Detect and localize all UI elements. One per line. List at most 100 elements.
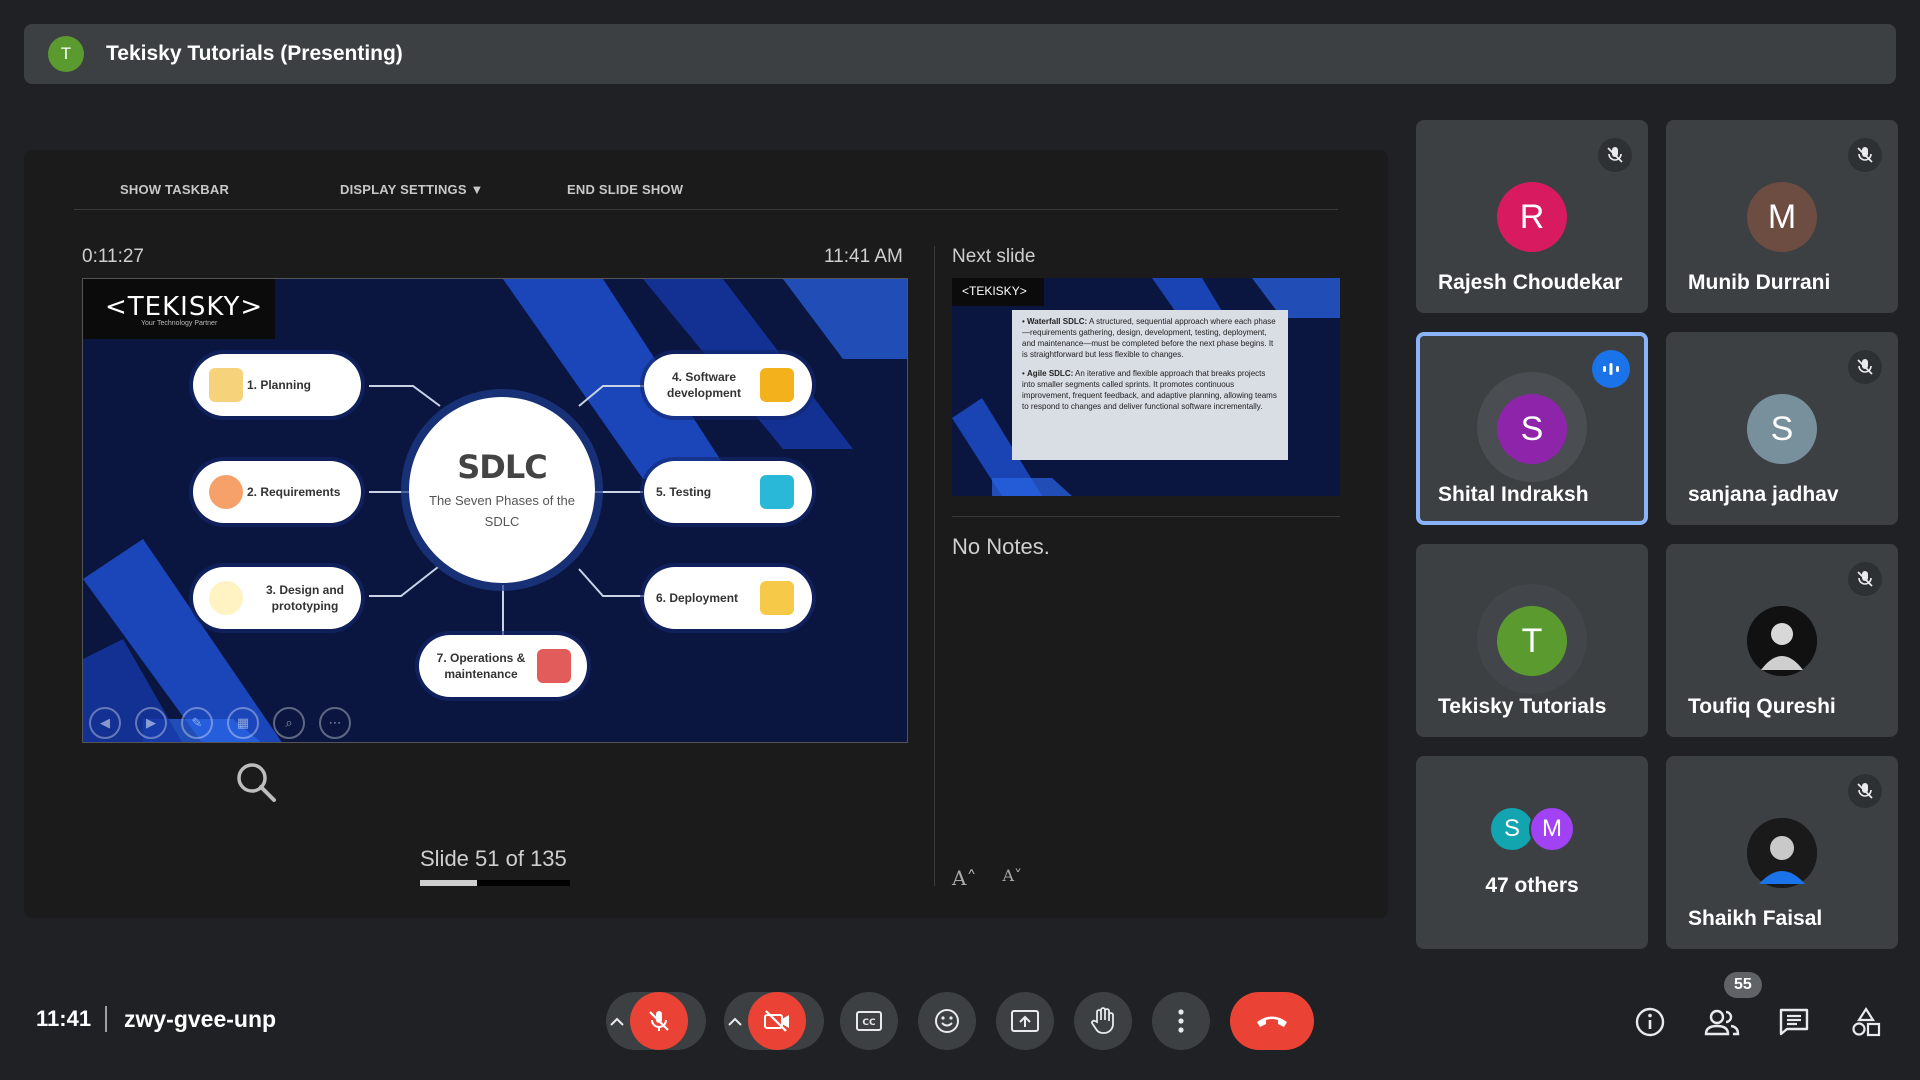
mic-off-icon [1848, 774, 1882, 808]
previous-slide-icon[interactable]: ◀ [89, 707, 121, 739]
mic-off-icon [1848, 138, 1882, 172]
requirements-icon [209, 475, 243, 509]
decrease-font-icon[interactable]: A˅ [1002, 866, 1022, 890]
avatar: S [1747, 394, 1817, 464]
presenter-title: Tekisky Tutorials (Presenting) [106, 42, 403, 65]
phase-pill: 2. Requirements [193, 461, 361, 523]
info-icon [1635, 1007, 1665, 1037]
planning-icon [209, 368, 243, 402]
chat-icon [1779, 1008, 1809, 1036]
hang-up-icon [1257, 1016, 1287, 1027]
increase-font-icon[interactable]: A˄ [952, 866, 976, 890]
chevron-up-icon[interactable] [606, 1017, 628, 1026]
leave-call-button[interactable] [1230, 992, 1314, 1050]
stairs-icon [760, 368, 794, 402]
thumb-logo: <TEKISKY> [952, 278, 1044, 306]
lightbulb-icon [209, 581, 243, 615]
mic-off-button[interactable] [630, 992, 688, 1050]
next-slide-thumbnail[interactable]: <TEKISKY> • Waterfall SDLC: A structured… [952, 278, 1340, 496]
present-now-button[interactable] [996, 992, 1054, 1050]
camera-off-button[interactable] [748, 992, 806, 1050]
next-slide-icon[interactable]: ▶ [135, 707, 167, 739]
activities-button[interactable] [1844, 1000, 1888, 1044]
chat-button[interactable] [1772, 1000, 1816, 1044]
testing-icon [760, 475, 794, 509]
end-slide-show-button[interactable]: END SLIDE SHOW [567, 182, 683, 197]
people-button[interactable] [1700, 1000, 1744, 1044]
camera-off-icon [764, 1010, 789, 1032]
show-taskbar-button[interactable]: SHOW TASKBAR [120, 182, 229, 197]
participant-tile[interactable]: Shaikh Faisal [1666, 756, 1898, 949]
speaking-indicator-icon [1592, 350, 1630, 388]
magnifier-icon[interactable] [234, 760, 278, 804]
more-vert-icon [1178, 1009, 1184, 1033]
presenter-toolbar: SHOW TASKBAR DISPLAY SETTINGS ▼ END SLID… [74, 170, 1338, 210]
mic-control [606, 992, 706, 1050]
meeting-time: 11:41 [36, 1006, 92, 1031]
participant-name: Toufiq Qureshi [1688, 695, 1836, 718]
thumb-text-card: • Waterfall SDLC: A structured, sequenti… [1012, 310, 1288, 460]
presenter-bar: T Tekisky Tutorials (Presenting) [24, 24, 1896, 84]
people-icon [1704, 1009, 1740, 1036]
mic-off-icon [649, 1011, 669, 1031]
phase-pill: 4. Software development [644, 354, 812, 416]
participant-name: Shaikh Faisal [1688, 907, 1823, 930]
notes-divider [952, 516, 1340, 517]
next-slide-label: Next slide [952, 246, 1036, 267]
avatar: S [1497, 394, 1567, 464]
participant-tile[interactable]: S sanjana jadhav [1666, 332, 1898, 525]
participant-tile[interactable]: T Tekisky Tutorials [1416, 544, 1648, 737]
avatar: R [1497, 182, 1567, 252]
pen-icon[interactable]: ✎ [181, 707, 213, 739]
sdlc-center: SDLC The Seven Phases of the SDLC [409, 397, 595, 583]
deployment-icon [760, 581, 794, 615]
presenter-avatar: T [48, 36, 84, 72]
shared-screen: SHOW TASKBAR DISPLAY SETTINGS ▼ END SLID… [24, 150, 1388, 918]
reactions-button[interactable] [918, 992, 976, 1050]
slide-progress-bar [420, 880, 570, 886]
phase-pill: 7. Operations & maintenance [419, 635, 587, 697]
maintenance-icon [537, 649, 571, 683]
participant-name: Rajesh Choudekar [1438, 271, 1623, 294]
avatar: M [1747, 182, 1817, 252]
participant-tile[interactable]: R Rajesh Choudekar [1416, 120, 1648, 313]
emoji-icon [935, 1009, 959, 1033]
more-options-icon[interactable]: ⋯ [319, 707, 351, 739]
others-count: 47 others [1485, 874, 1579, 897]
others-tile[interactable]: S M 47 others [1416, 756, 1648, 949]
profile-photo [1747, 606, 1817, 676]
participant-tile[interactable]: M Munib Durrani [1666, 120, 1898, 313]
camera-control [724, 992, 824, 1050]
mic-off-icon [1848, 350, 1882, 384]
zoom-slide-icon[interactable]: ⌕ [273, 707, 305, 739]
captions-button[interactable]: CC [840, 992, 898, 1050]
participant-name: Munib Durrani [1688, 271, 1831, 294]
activities-icon [1852, 1006, 1881, 1037]
avatar: T [1497, 606, 1567, 676]
participant-count-badge: 55 [1724, 972, 1762, 998]
notes-font-controls: A˄ A˅ [952, 866, 1022, 890]
raise-hand-button[interactable] [1074, 992, 1132, 1050]
svg-text:CC: CC [862, 1018, 876, 1028]
participant-name: Shital Indraksh [1438, 483, 1589, 506]
elapsed-timer: 0:11:27 [82, 246, 144, 267]
participant-tile-speaking[interactable]: S Shital Indraksh [1416, 332, 1648, 525]
mic-off-icon [1598, 138, 1632, 172]
pane-divider [934, 246, 935, 886]
present-screen-icon [1011, 1010, 1039, 1032]
see-all-slides-icon[interactable]: ▦ [227, 707, 259, 739]
slide-counter: Slide 51 of 135 [420, 846, 567, 871]
profile-photo [1747, 818, 1817, 888]
participant-name: sanjana jadhav [1688, 483, 1839, 506]
participant-name: Tekisky Tutorials [1438, 695, 1607, 718]
phase-pill: 6. Deployment [644, 567, 812, 629]
display-settings-button[interactable]: DISPLAY SETTINGS ▼ [340, 182, 484, 197]
slide-logo: <TEKISKY> Your Technology Partner [83, 279, 275, 339]
chevron-up-icon[interactable] [724, 1017, 746, 1026]
participant-tile[interactable]: Toufiq Qureshi [1666, 544, 1898, 737]
phase-pill: 1. Planning [193, 354, 361, 416]
phase-pill: 5. Testing [644, 461, 812, 523]
more-options-button[interactable] [1152, 992, 1210, 1050]
captions-icon: CC [856, 1011, 882, 1031]
meeting-details-button[interactable] [1628, 1000, 1672, 1044]
